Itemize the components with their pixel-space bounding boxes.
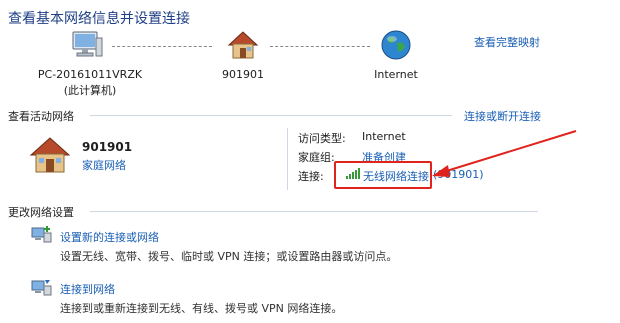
node-computer-label: PC-20161011VRZK [37,68,143,81]
active-networks-title: 查看活动网络 [8,110,74,123]
vertical-divider [287,128,288,190]
computer-icon [70,30,104,60]
network-name: 901901 [82,140,133,154]
connect-to-network-link[interactable]: 连接到网络 [60,281,115,297]
network-house-icon [28,136,72,174]
node-computer-sublabel: (此计算机) [63,84,117,97]
section-divider [90,115,452,116]
section-divider-2 [90,211,538,212]
annotation-highlight-box [334,161,432,189]
setup-new-connection-link[interactable]: 设置新的连接或网络 [60,229,159,245]
new-connection-icon [30,225,52,245]
node-router-label: 901901 [222,68,264,81]
access-type-value: Internet [362,130,406,143]
map-connector-2 [270,46,370,47]
map-connector-1 [112,46,212,47]
connection-label: 连接: [298,170,324,183]
homegroup-label: 家庭组: [298,151,335,164]
change-settings-title: 更改网络设置 [8,206,74,219]
network-type-link[interactable]: 家庭网络 [82,157,126,173]
connect-network-icon [30,278,52,298]
annotation-arrow-icon [426,125,586,185]
full-map-link[interactable]: 查看完整映射 [474,34,540,50]
access-type-label: 访问类型: [298,132,346,145]
globe-icon [380,29,412,61]
connect-disconnect-link[interactable]: 连接或断开连接 [464,108,541,124]
node-internet-label: Internet [374,68,418,81]
setup-new-connection-desc: 设置无线、宽带、拨号、临时或 VPN 连接；或设置路由器或访问点。 [60,250,398,263]
connect-to-network-desc: 连接到或重新连接到无线、有线、拨号或 VPN 网络连接。 [60,302,343,315]
house-icon [226,30,260,60]
page-title: 查看基本网络信息并设置连接 [8,11,190,27]
